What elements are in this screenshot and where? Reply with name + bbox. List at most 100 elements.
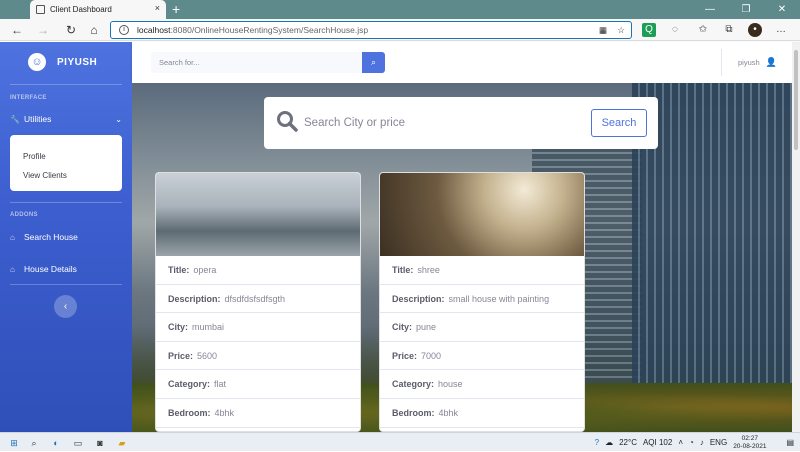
terminal-icon[interactable]: ▭ <box>70 435 86 451</box>
field-value: house <box>438 379 463 390</box>
wifi-icon[interactable]: ◔ <box>689 438 694 447</box>
new-tab-button[interactable]: + <box>172 0 180 18</box>
card-row-description: Description: dfsdfdsfsdfsgth <box>156 285 360 314</box>
card-row-price: Price: 5600 <box>156 342 360 371</box>
favorites-icon[interactable]: ✩ <box>696 23 710 37</box>
window-controls: — ❐ ✕ <box>692 0 800 19</box>
scrollbar-thumb[interactable] <box>794 50 798 150</box>
field-label: City: <box>392 322 412 333</box>
language[interactable]: ENG <box>710 438 727 447</box>
submenu-item-view-clients[interactable]: View Clients <box>23 171 67 180</box>
field-label: Bedroom: <box>392 407 435 418</box>
refresh-icon[interactable]: ↻ <box>62 21 80 39</box>
field-value: small house with painting <box>448 293 550 304</box>
house-card: Title: shree Description: small house with… <box>379 172 585 432</box>
card-row-category: Category: house <box>380 370 584 399</box>
field-value: 7000 <box>421 350 442 361</box>
extension-puzzle-icon[interactable]: ◌ <box>668 23 682 37</box>
weather-icon: ☁ <box>605 438 614 447</box>
user-dropdown[interactable]: piyush 👤 <box>738 42 777 83</box>
search-button[interactable]: Search <box>591 109 647 137</box>
sidebar-heading-interface: INTERFACE <box>10 95 47 101</box>
card-row-description: Description: small house with painting <box>380 285 584 314</box>
help-icon[interactable]: ? <box>595 438 599 447</box>
collections-icon[interactable]: ⧉ <box>722 23 736 37</box>
topbar: Search for... ⌕ piyush 👤 <box>132 42 800 83</box>
tab-close-icon[interactable]: × <box>155 3 160 13</box>
topbar-search-button[interactable]: ⌕ <box>362 52 385 73</box>
house-search-bar: Search City or price Search <box>264 97 658 149</box>
page-favicon-icon <box>36 5 45 14</box>
field-value: flat <box>214 379 227 390</box>
temperature[interactable]: 22°C <box>619 438 637 447</box>
clock[interactable]: 02:27 20-08-2021 <box>733 435 766 451</box>
restore-button[interactable]: ❐ <box>728 0 764 19</box>
home-icon[interactable]: ⌂ <box>85 21 103 39</box>
sidebar-item-label: Utilities <box>24 114 52 124</box>
clock-date: 20-08-2021 <box>733 442 767 450</box>
profile-avatar-icon[interactable]: • <box>748 23 762 37</box>
reader-mode-icon[interactable]: ▦ <box>599 22 607 38</box>
aqi[interactable]: AQI 102 <box>643 438 672 447</box>
submenu-item-profile[interactable]: Profile <box>23 152 46 161</box>
sidebar-divider <box>10 84 122 85</box>
field-value: dfsdfdsfsdfsgth <box>224 293 286 304</box>
notification-icon[interactable]: ▤ <box>786 438 794 447</box>
back-arrow-icon[interactable]: ← <box>8 21 26 39</box>
sidebar-item-label: Search House <box>24 232 78 242</box>
url-host: localhost <box>137 25 171 35</box>
wrench-icon: 🔧 <box>10 114 20 124</box>
card-row-bedroom: Bedroom: 4bhk <box>380 399 584 428</box>
house-card: Title: opera Description: dfsdfdsfsdfsgth … <box>155 172 361 432</box>
user-name: piyush <box>738 58 760 67</box>
house-icon: ⌂ <box>10 232 15 242</box>
minimize-button[interactable]: — <box>692 0 728 19</box>
field-value: pune <box>416 322 437 333</box>
system-tray: ? ☁ 22°C AQI 102 ˄ ◔ ♪ ENG 02:27 20-08-2… <box>595 433 800 452</box>
topbar-search-input[interactable]: Search for... <box>151 52 362 73</box>
volume-icon[interactable]: ♪ <box>700 438 704 447</box>
more-menu-icon[interactable]: … <box>774 23 788 37</box>
card-row-city: City: pune <box>380 313 584 342</box>
site-info-icon[interactable]: i <box>119 25 129 35</box>
url-path: :8080/OnlineHouseRentingSystem/SearchHou… <box>170 25 369 35</box>
house-icon: ⌂ <box>10 264 15 274</box>
chevron-up-icon[interactable]: ˄ <box>678 438 683 447</box>
sidebar-item-house-details[interactable]: ⌂ House Details <box>10 264 122 274</box>
file-explorer-icon[interactable]: ▰ <box>114 435 130 451</box>
topbar-divider <box>721 49 722 76</box>
sidebar-item-utilities[interactable]: 🔧 Utilities ⌄ <box>10 114 122 124</box>
house-search-input[interactable]: Search City or price <box>304 97 405 149</box>
app-icon[interactable]: ◙ <box>92 435 108 451</box>
field-label: Description: <box>392 293 445 304</box>
close-window-button[interactable]: ✕ <box>764 0 800 19</box>
search-icon[interactable]: ⌕ <box>26 435 42 451</box>
card-row-city: City: mumbai <box>156 313 360 342</box>
user-icon: 👤 <box>765 57 777 67</box>
extension-icon[interactable]: Q <box>642 23 656 37</box>
utilities-submenu: Profile View Clients <box>10 135 122 191</box>
sidebar-toggle-button[interactable]: ‹ <box>54 295 77 318</box>
sidebar-item-search-house[interactable]: ⌂ Search House <box>10 232 122 242</box>
search-icon: ⌕ <box>370 57 377 67</box>
clock-time: 02:27 <box>741 434 758 442</box>
edge-browser-icon[interactable]: ◐ <box>48 435 64 451</box>
browser-toolbar: ← → ↻ ⌂ i localhost:8080/OnlineHouseRent… <box>0 19 800 41</box>
windows-start-icon[interactable]: ⊞ <box>6 435 22 451</box>
page-scrollbar[interactable] <box>792 42 800 432</box>
field-value: shree <box>417 265 440 275</box>
browser-tab[interactable]: Client Dashboard × <box>30 0 166 19</box>
field-label: City: <box>168 322 188 333</box>
field-label: Description: <box>168 293 221 304</box>
os-taskbar: ⊞ ⌕ ◐ ▭ ◙ ▰ ? ☁ 22°C AQI 102 ˄ ◔ ♪ ENG 0… <box>0 432 800 451</box>
sidebar: ☺ PIYUSH INTERFACE 🔧 Utilities ⌄ Profile… <box>0 42 132 432</box>
card-row-price: Price: 7000 <box>380 342 584 371</box>
main-content: Search City or price Search Title: opera … <box>132 83 792 432</box>
chevron-down-icon: ⌄ <box>115 114 122 124</box>
address-bar[interactable]: i localhost:8080/OnlineHouseRentingSyste… <box>110 21 632 39</box>
field-label: Price: <box>392 350 418 361</box>
brand[interactable]: ☺ PIYUSH <box>0 42 132 82</box>
forward-arrow-icon[interactable]: → <box>34 21 52 39</box>
house-image <box>156 173 360 256</box>
favorite-star-icon[interactable]: ☆ <box>617 22 625 38</box>
